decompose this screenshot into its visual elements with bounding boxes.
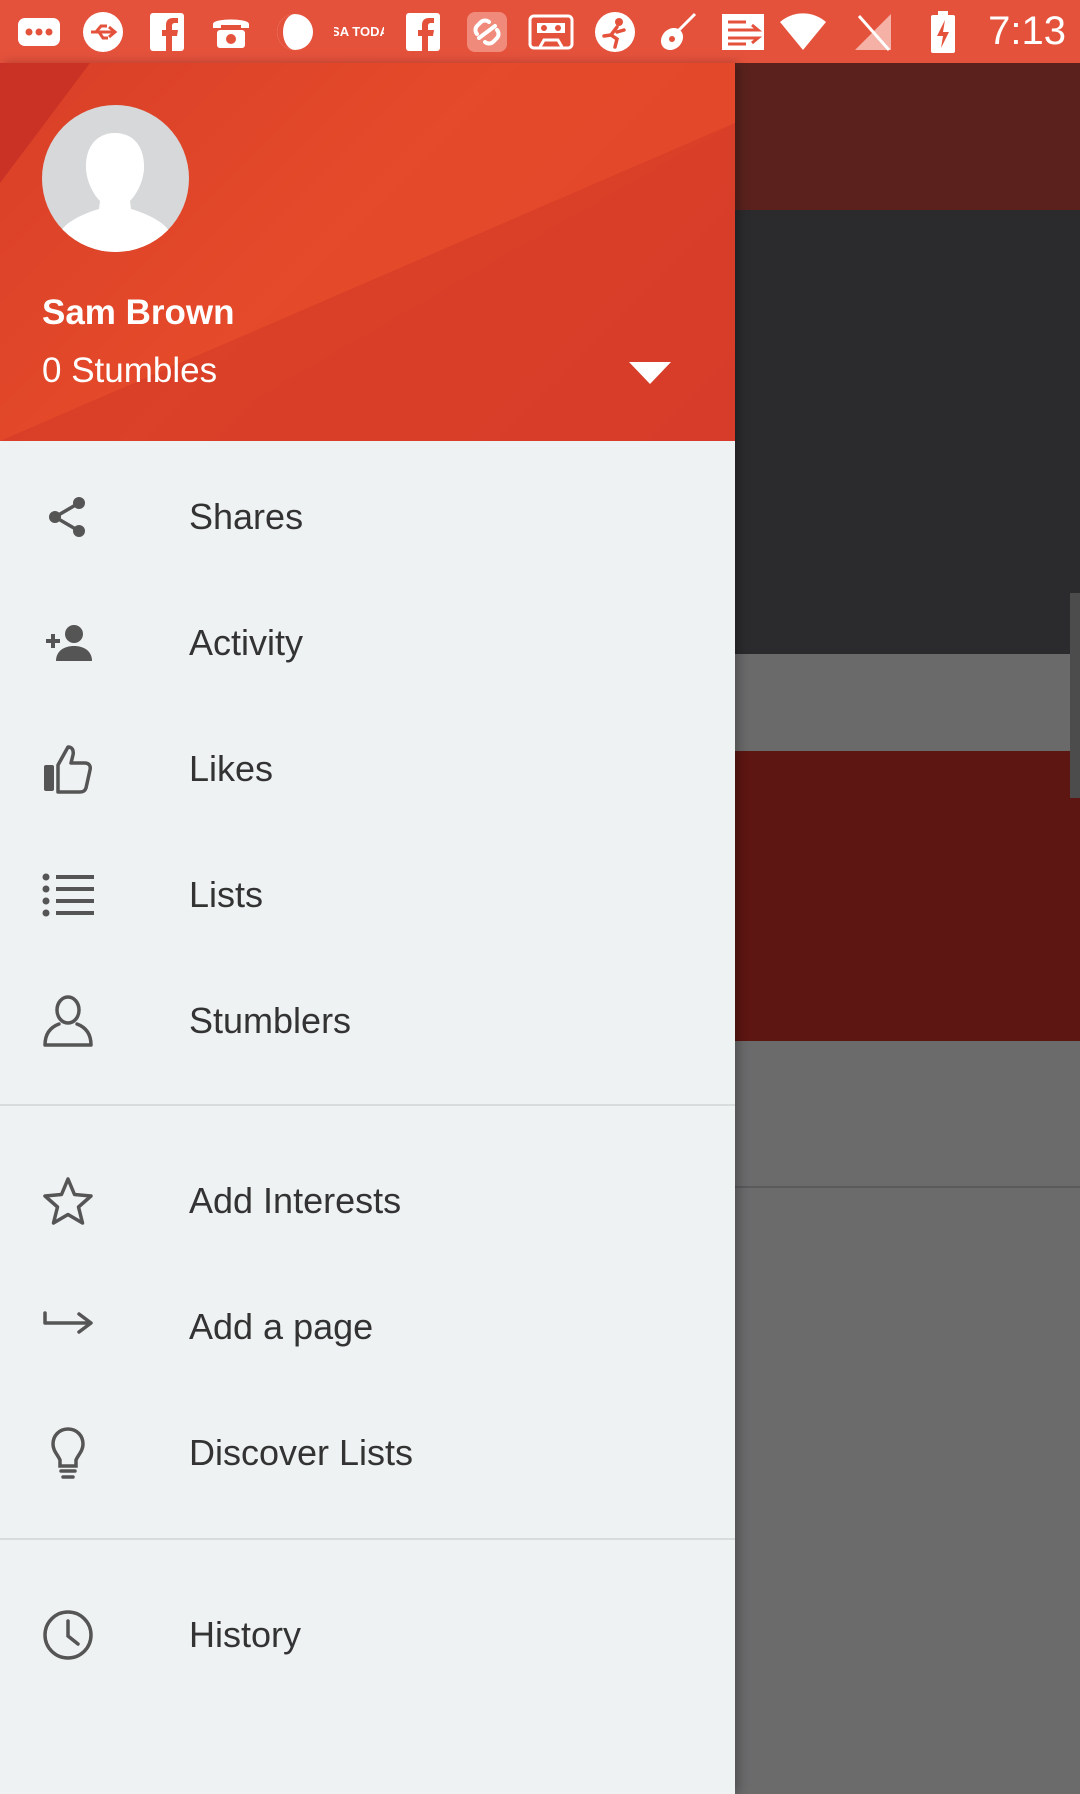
- menu-label: Discover Lists: [189, 1432, 414, 1473]
- menu-item-add-a-page[interactable]: Add a page: [0, 1264, 735, 1390]
- menu-label: Likes: [189, 748, 274, 789]
- account-dropdown-button[interactable]: [610, 343, 690, 403]
- wifi-icon: [778, 10, 828, 54]
- battery-charging-icon: [918, 10, 968, 54]
- drawer-menu: Shares Activity Likes Lists Stumblers Ad…: [0, 441, 735, 1698]
- menu-label: Shares: [189, 496, 304, 537]
- share-icon: [40, 489, 96, 545]
- usa-today-text: USA TODAY: [334, 24, 384, 39]
- facebook-icon: [398, 10, 448, 54]
- menu-item-shares[interactable]: Shares: [0, 454, 735, 580]
- usb-icon: [78, 10, 128, 54]
- facebook-icon: [142, 10, 192, 54]
- menu-label: Lists: [189, 874, 264, 915]
- menu-item-add-interests[interactable]: Add Interests: [0, 1138, 735, 1264]
- list-icon: [40, 867, 96, 923]
- menu-label: History: [189, 1614, 302, 1655]
- menu-item-history[interactable]: History: [0, 1572, 735, 1698]
- menu-item-discover-lists[interactable]: Discover Lists: [0, 1390, 735, 1516]
- notification-icons: USA TODAY: [14, 10, 768, 54]
- divider: [0, 1104, 735, 1106]
- menu-item-lists[interactable]: Lists: [0, 832, 735, 958]
- drawer-header: Sam Brown 0 Stumbles: [0, 63, 735, 441]
- stumbles-count: 0 Stumbles: [42, 351, 218, 390]
- system-icons: 7:13: [778, 9, 1066, 54]
- more-icon: [14, 10, 64, 54]
- background-content: [735, 1041, 1080, 1794]
- background-image: [735, 210, 1080, 654]
- menu-label: Add Interests: [189, 1180, 402, 1221]
- scroll-indicator: [1070, 593, 1080, 798]
- divider: [0, 1538, 735, 1540]
- background-toolbar: [735, 63, 1080, 210]
- phone-icon: [206, 10, 256, 54]
- cassette-icon: [526, 10, 576, 54]
- soccer-icon: [590, 10, 640, 54]
- triangle-down-icon: [629, 362, 671, 384]
- link-icon: [462, 10, 512, 54]
- navigation-drawer: Sam Brown 0 Stumbles Shares Activity Lik…: [0, 63, 735, 1794]
- user-name: Sam Brown: [42, 293, 235, 332]
- clock-time: 7:13: [988, 9, 1066, 53]
- person-add-icon: [40, 615, 96, 671]
- default-avatar-icon: [61, 133, 169, 252]
- menu-label: Activity: [189, 622, 304, 663]
- menu-item-activity[interactable]: Activity: [0, 580, 735, 706]
- violin-icon: [654, 10, 704, 54]
- person-outline-icon: [40, 993, 96, 1049]
- menu-item-stumblers[interactable]: Stumblers: [0, 958, 735, 1084]
- thumbs-up-icon: [40, 741, 96, 797]
- cast-icon: [718, 10, 768, 54]
- menu-item-likes[interactable]: Likes: [0, 706, 735, 832]
- signal-off-icon: [848, 10, 898, 54]
- usa-today-icon: USA TODAY: [334, 10, 384, 54]
- menu-label: Add a page: [189, 1306, 374, 1347]
- lightbulb-icon: [40, 1425, 96, 1481]
- background-divider: [735, 1186, 1080, 1188]
- avatar[interactable]: [42, 105, 189, 252]
- moon-icon: [270, 10, 320, 54]
- status-bar: USA TODAY 7:13: [0, 0, 1080, 63]
- background-banner: [735, 751, 1080, 1041]
- clock-icon: [40, 1607, 96, 1663]
- menu-label: Stumblers: [189, 1000, 352, 1041]
- background-app-scrim[interactable]: [735, 63, 1080, 1794]
- arrow-right-hook-icon: [40, 1299, 96, 1355]
- star-icon: [40, 1173, 96, 1229]
